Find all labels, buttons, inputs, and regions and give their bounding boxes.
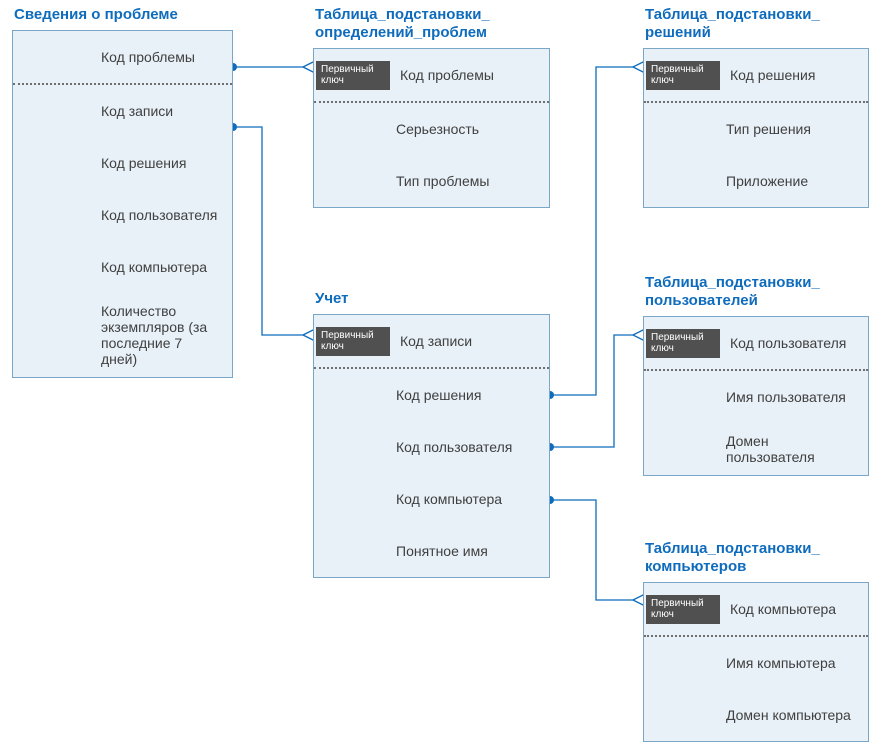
field-label: Код проблемы: [400, 67, 535, 83]
field-label: Тип проблемы: [396, 173, 535, 189]
table-body: Первичный ключ Код решения Тип решения П…: [643, 48, 869, 208]
field-label: Код компьютера: [396, 491, 535, 507]
table-body: Первичный ключ Код проблемы Серьезность …: [313, 48, 550, 208]
field-label: Имя пользователя: [726, 389, 854, 405]
link-issue-to-accounting: [233, 127, 303, 335]
field-label: Код решения: [730, 67, 854, 83]
table-body: Первичный ключ Код пользователя Имя поль…: [643, 316, 869, 476]
table-computer-lookup: Таблица_подстановки_ компьютеров Первичн…: [643, 540, 869, 742]
field-label: Серьезность: [396, 121, 535, 137]
field-label: Код пользователя: [730, 335, 854, 351]
field-label: Тип решения: [726, 121, 854, 137]
table-problem-lookup: Таблица_подстановки_ определений_проблем…: [313, 6, 550, 208]
table-row: Приложение: [644, 155, 868, 207]
table-title: Сведения о проблеме: [14, 6, 233, 24]
field-label: Код компьютера: [101, 259, 218, 275]
field-label: Код записи: [101, 103, 218, 119]
table-body: Код проблемы Код записи Код решения Код …: [12, 30, 233, 378]
field-label: Количество экземпляров (за последние 7 д…: [101, 303, 218, 367]
link-accounting-to-user: [550, 335, 633, 447]
table-title: Таблица_подстановки_ компьютеров: [645, 540, 869, 576]
table-solution-lookup: Таблица_подстановки_ решений Первичный к…: [643, 6, 869, 208]
table-row: Количество экземпляров (за последние 7 д…: [13, 293, 232, 377]
table-body: Первичный ключ Код компьютера Имя компью…: [643, 582, 869, 742]
table-row: Код пользователя: [314, 421, 549, 473]
table-row: Код решения: [13, 137, 232, 189]
table-row: Код решения: [314, 369, 549, 421]
primary-key-badge: Первичный ключ: [646, 329, 720, 358]
table-issue-details: Сведения о проблеме Код проблемы Код зап…: [12, 6, 233, 378]
field-label: Код компьютера: [730, 601, 854, 617]
table-row: Код записи: [13, 85, 232, 137]
primary-key-badge: Первичный ключ: [316, 61, 390, 90]
table-row: Имя пользователя: [644, 371, 868, 423]
field-label: Код проблемы: [101, 49, 218, 65]
field-label: Домен компьютера: [726, 707, 854, 723]
table-row: Домен пользователя: [644, 423, 868, 475]
field-label: Домен пользователя: [726, 433, 854, 465]
field-label: Код записи: [400, 333, 535, 349]
table-row: Код компьютера: [314, 473, 549, 525]
field-label: Понятное имя: [396, 543, 535, 559]
table-title: Таблица_подстановки_ определений_проблем: [315, 6, 550, 42]
field-label: Приложение: [726, 173, 854, 189]
table-row: Первичный ключ Код компьютера: [644, 583, 868, 635]
table-user-lookup: Таблица_подстановки_ пользователей Перви…: [643, 274, 869, 476]
table-row: Понятное имя: [314, 525, 549, 577]
primary-key-badge: Первичный ключ: [646, 595, 720, 624]
field-label: Код решения: [396, 387, 535, 403]
table-row: Тип решения: [644, 103, 868, 155]
table-row: Тип проблемы: [314, 155, 549, 207]
field-label: Код пользователя: [101, 207, 218, 223]
table-body: Первичный ключ Код записи Код решения Ко…: [313, 314, 550, 578]
table-accounting: Учет Первичный ключ Код записи Код решен…: [313, 290, 550, 578]
table-row: Первичный ключ Код пользователя: [644, 317, 868, 369]
table-row: Имя компьютера: [644, 637, 868, 689]
table-row: Код проблемы: [13, 31, 232, 83]
table-title: Учет: [315, 290, 550, 308]
table-row: Первичный ключ Код записи: [314, 315, 549, 367]
primary-key-badge: Первичный ключ: [646, 61, 720, 90]
table-row: Серьезность: [314, 103, 549, 155]
field-label: Код решения: [101, 155, 218, 171]
table-row: Первичный ключ Код решения: [644, 49, 868, 101]
table-row: Домен компьютера: [644, 689, 868, 741]
field-label: Имя компьютера: [726, 655, 854, 671]
field-label: Код пользователя: [396, 439, 535, 455]
table-row: Код компьютера: [13, 241, 232, 293]
table-row: Код пользователя: [13, 189, 232, 241]
table-row: Первичный ключ Код проблемы: [314, 49, 549, 101]
link-accounting-to-solution: [550, 67, 633, 395]
table-title: Таблица_подстановки_ решений: [645, 6, 869, 42]
er-diagram-canvas: Сведения о проблеме Код проблемы Код зап…: [0, 0, 882, 744]
table-title: Таблица_подстановки_ пользователей: [645, 274, 869, 310]
link-accounting-to-computer: [550, 500, 633, 600]
primary-key-badge: Первичный ключ: [316, 327, 390, 356]
